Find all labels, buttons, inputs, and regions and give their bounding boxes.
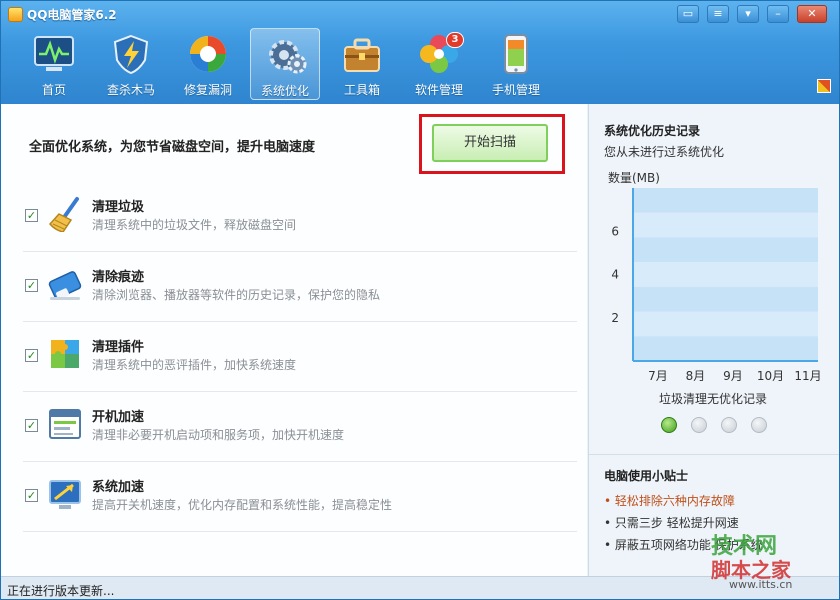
nav-label: 查杀木马 <box>106 83 155 97</box>
pager-dot[interactable] <box>691 417 707 433</box>
phone-icon <box>494 32 538 76</box>
item-checkbox[interactable]: ✓ <box>25 209 38 222</box>
nav-item-5[interactable]: 3 软件管理 <box>404 28 474 100</box>
close-icon[interactable]: ✕ <box>797 5 827 23</box>
nav-label: 工具箱 <box>343 83 380 97</box>
item-title: 清理垃圾 <box>92 200 145 215</box>
nav-label: 首页 <box>41 83 66 97</box>
x-tick-label: 9月 <box>723 369 743 383</box>
chart-grid-band <box>633 262 818 287</box>
main-panel: 全面优化系统，为您节省磁盘空间，提升电脑速度 开始扫描 ✓ 清理垃圾清理系统中的垃… <box>1 104 587 576</box>
y-tick-label: 2 <box>611 311 619 325</box>
broom-icon <box>47 196 83 233</box>
item-description: 清除浏览器、播放器等软件的历史记录，保护您的隐私 <box>92 288 381 302</box>
pager-dot[interactable] <box>751 417 767 433</box>
start-scan-button[interactable]: 开始扫描 <box>432 124 548 162</box>
eraser-icon <box>47 266 83 302</box>
feedback-icon[interactable]: ▭ <box>677 5 699 23</box>
pager-dot[interactable] <box>721 417 737 433</box>
watermark-line3: www.itts.cn <box>729 578 793 591</box>
puzzle-icon <box>47 336 83 372</box>
status-text: 正在进行版本更新... <box>7 584 115 598</box>
y-tick-label: 6 <box>611 224 619 238</box>
y-tick-label: 4 <box>611 268 619 282</box>
list-item: ✓ 清理垃圾清理系统中的垃圾文件，释放磁盘空间 <box>23 182 577 252</box>
chart-grid-band <box>633 286 818 312</box>
nav-label: 手机管理 <box>491 83 540 97</box>
repair-circle-icon <box>186 32 230 76</box>
history-panel: 系统优化历史记录 您从未进行过系统优化 数量(MB) 2 4 6 7月 8月 9月 10月 1… <box>588 104 839 576</box>
chart-grid-band <box>633 237 818 263</box>
gears-icon <box>264 33 308 77</box>
title-bar: QQ电脑管家6.2 ▭ ≡ ▾ – ✕ <box>1 1 839 27</box>
shield-lightning-icon <box>109 32 153 76</box>
top-bar: QQ电脑管家6.2 ▭ ≡ ▾ – ✕ 首页 查杀木马 修复漏洞 系统优化 工具箱 3 软件… <box>1 1 839 104</box>
list-item: ✓ 清除痕迹清除浏览器、播放器等软件的历史记录，保护您的隐私 <box>23 252 577 322</box>
chart-grid-band <box>633 212 818 238</box>
menu-icon[interactable]: ≡ <box>707 5 729 23</box>
nav-label: 系统优化 <box>260 84 309 98</box>
window-title: QQ电脑管家6.2 <box>27 8 117 22</box>
app-logo-icon <box>8 7 23 22</box>
item-description: 清理系统中的恶评插件，加快系统速度 <box>92 358 297 372</box>
item-checkbox[interactable]: ✓ <box>25 279 38 292</box>
item-title: 清除痕迹 <box>92 270 145 285</box>
item-checkbox[interactable]: ✓ <box>25 349 38 362</box>
item-checkbox[interactable]: ✓ <box>25 419 38 432</box>
tips-title: 电脑使用小贴士 <box>604 469 689 483</box>
x-tick-label: 11月 <box>794 369 821 383</box>
history-chart: 2 4 6 7月 8月 9月 10月 11月 <box>611 188 822 383</box>
chart-grid-band <box>633 336 818 361</box>
nav-item-1[interactable]: 查杀木马 <box>96 28 166 100</box>
chart-grid-band <box>633 311 818 337</box>
chart-grid-band <box>633 188 818 213</box>
page-headline: 全面优化系统，为您节省磁盘空间，提升电脑速度 <box>29 140 316 155</box>
x-tick-label: 7月 <box>648 369 668 383</box>
minimize-icon[interactable]: – <box>767 5 789 23</box>
item-title: 清理插件 <box>92 340 145 355</box>
app-window: QQ电脑管家6.2 ▭ ≡ ▾ – ✕ 首页 查杀木马 修复漏洞 系统优化 工具箱 3 软件… <box>0 0 840 600</box>
item-description: 提高开关机速度，优化内存配置和系统性能，提高稳定性 <box>92 498 393 512</box>
x-tick-label: 8月 <box>686 369 706 383</box>
item-description: 清理系统中的垃圾文件，释放磁盘空间 <box>92 218 297 232</box>
skin-icon[interactable]: ▾ <box>737 5 759 23</box>
nav-item-2[interactable]: 修复漏洞 <box>173 28 243 100</box>
item-title: 系统加速 <box>92 480 145 495</box>
list-item: ✓ 开机加速清理非必要开机启动项和服务项，加快开机速度 <box>23 392 577 462</box>
nav-item-3[interactable]: 系统优化 <box>250 28 320 100</box>
list-item: ✓ 清理插件清理系统中的恶评插件，加快系统速度 <box>23 322 577 392</box>
nav-item-6[interactable]: 手机管理 <box>481 28 551 100</box>
nav-item-4[interactable]: 工具箱 <box>327 28 397 100</box>
item-description: 清理非必要开机启动项和服务项，加快开机速度 <box>92 428 345 442</box>
chart-caption: 垃圾清理无优化记录 <box>659 392 768 406</box>
pager-dot[interactable] <box>661 417 677 433</box>
startup-window-icon <box>47 406 83 442</box>
side-divider <box>589 454 839 455</box>
nav-badge: 3 <box>446 32 464 48</box>
item-title: 开机加速 <box>92 410 145 425</box>
monitor-pulse-icon <box>32 32 76 76</box>
toolbox-icon <box>340 32 384 76</box>
nav-label: 软件管理 <box>414 83 463 97</box>
tip-link[interactable]: • 轻松排除六种内存故障 <box>604 492 735 509</box>
list-item: ✓ 系统加速提高开关机速度，优化内存配置和系统性能，提高稳定性 <box>23 462 577 532</box>
nav-item-0[interactable]: 首页 <box>19 28 89 100</box>
speed-monitor-icon <box>47 476 83 512</box>
watermark: 技术网 脚本之家 www.itts.cn <box>701 528 831 592</box>
x-tick-label: 10月 <box>757 369 784 383</box>
item-checkbox[interactable]: ✓ <box>25 489 38 502</box>
nav-label: 修复漏洞 <box>183 83 232 97</box>
corner-flag-icon[interactable] <box>817 79 831 93</box>
